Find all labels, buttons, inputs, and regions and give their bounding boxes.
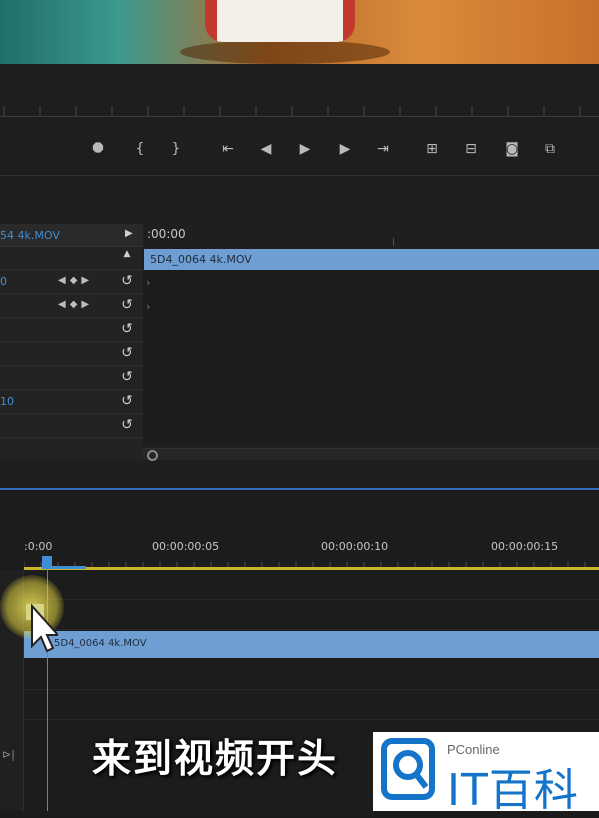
step-back-icon[interactable]: ◀: [255, 138, 277, 160]
compare-icon[interactable]: ⧉: [539, 138, 561, 160]
effect-property-row[interactable]: ↺: [0, 343, 143, 366]
reset-icon[interactable]: ↺: [118, 297, 136, 315]
timeline-timecode: 00:00:00:05: [152, 540, 220, 553]
audio-track-1[interactable]: [24, 660, 599, 690]
zoom-handle-icon[interactable]: [147, 450, 158, 461]
step-forward-icon[interactable]: ▶: [334, 138, 356, 160]
effect-property-row[interactable]: ↺: [0, 367, 143, 390]
effect-property-row[interactable]: ↺: [0, 415, 143, 438]
playhead-marker: [42, 566, 86, 569]
mark-out-icon[interactable]: }: [165, 138, 187, 160]
collapse-arrow-icon[interactable]: ▲: [118, 249, 136, 267]
extract-icon[interactable]: ⊟: [460, 138, 482, 160]
reset-icon[interactable]: ↺: [118, 393, 136, 411]
effect-property-row[interactable]: ▲: [0, 247, 143, 270]
timeline-timecode: :0:00: [24, 540, 53, 553]
reset-icon[interactable]: ↺: [118, 369, 136, 387]
reset-icon[interactable]: ↺: [118, 321, 136, 339]
preview-shadow: [180, 40, 390, 64]
expand-arrow-icon[interactable]: ▶: [125, 228, 133, 239]
property-value[interactable]: 0: [0, 275, 7, 288]
timeline-clip[interactable]: 5D4_0064 4k.MOV: [24, 631, 599, 658]
effect-ruler-tick: [393, 238, 394, 246]
add-marker-icon[interactable]: ⯃: [87, 138, 109, 160]
source-clip-name: 54 4k.MOV: [0, 229, 60, 242]
timeline-timecode: 00:00:00:10: [321, 540, 389, 553]
effect-keyframe-area[interactable]: [143, 270, 599, 445]
monitor-ruler-line: [0, 116, 599, 117]
playhead-handle[interactable]: [42, 556, 52, 566]
track-target-icon[interactable]: ⊳|: [2, 748, 15, 761]
video-preview: [0, 0, 599, 64]
video-track-3[interactable]: [24, 570, 599, 600]
play-icon[interactable]: ▶: [294, 138, 316, 160]
magnifier-logo-icon: [381, 738, 435, 800]
effect-timecode: :00:00: [147, 227, 186, 241]
go-to-in-icon[interactable]: ⇤: [217, 138, 239, 160]
keyframe-arrow-icon: ›: [146, 276, 151, 289]
audio-track-2[interactable]: [24, 690, 599, 720]
video-track-2[interactable]: [24, 600, 599, 630]
effect-zoom-scrollbar[interactable]: [143, 448, 599, 461]
reset-icon[interactable]: ↺: [118, 417, 136, 435]
keyframe-arrow-icon: ›: [146, 300, 151, 313]
timeline-timecode: 00:00:00:15: [491, 540, 559, 553]
effect-property-row[interactable]: ↺: [0, 319, 143, 342]
effect-property-row[interactable]: 10 ↺: [0, 391, 143, 414]
preview-cup: [205, 0, 355, 42]
go-to-out-icon[interactable]: ⇥: [372, 138, 394, 160]
keyframe-nav-icon[interactable]: ◀◆▶: [58, 299, 93, 310]
source-clip-header[interactable]: 54 4k.MOV ▶: [0, 224, 143, 247]
effect-property-row[interactable]: 0 ◀◆▶ ↺: [0, 271, 143, 294]
subtitle-caption: 来到视频开头: [92, 737, 339, 782]
reset-icon[interactable]: ↺: [118, 273, 136, 291]
export-frame-icon[interactable]: ◙: [501, 138, 523, 160]
lift-icon[interactable]: ⊞: [421, 138, 443, 160]
keyframe-nav-icon[interactable]: ◀◆▶: [58, 275, 93, 286]
effect-property-row[interactable]: ◀◆▶ ↺: [0, 295, 143, 318]
effect-clip-bar[interactable]: 5D4_0064 4k.MOV: [144, 249, 599, 270]
mouse-pointer-icon: [31, 604, 58, 653]
watermark-large-text: IT百科: [447, 765, 579, 816]
effect-property-list: ▲ 0 ◀◆▶ ↺ ◀◆▶ ↺ ↺ ↺ ↺ 10 ↺ ↺: [0, 247, 143, 460]
property-value[interactable]: 10: [0, 395, 14, 408]
mark-in-icon[interactable]: {: [129, 138, 151, 160]
reset-icon[interactable]: ↺: [118, 345, 136, 363]
